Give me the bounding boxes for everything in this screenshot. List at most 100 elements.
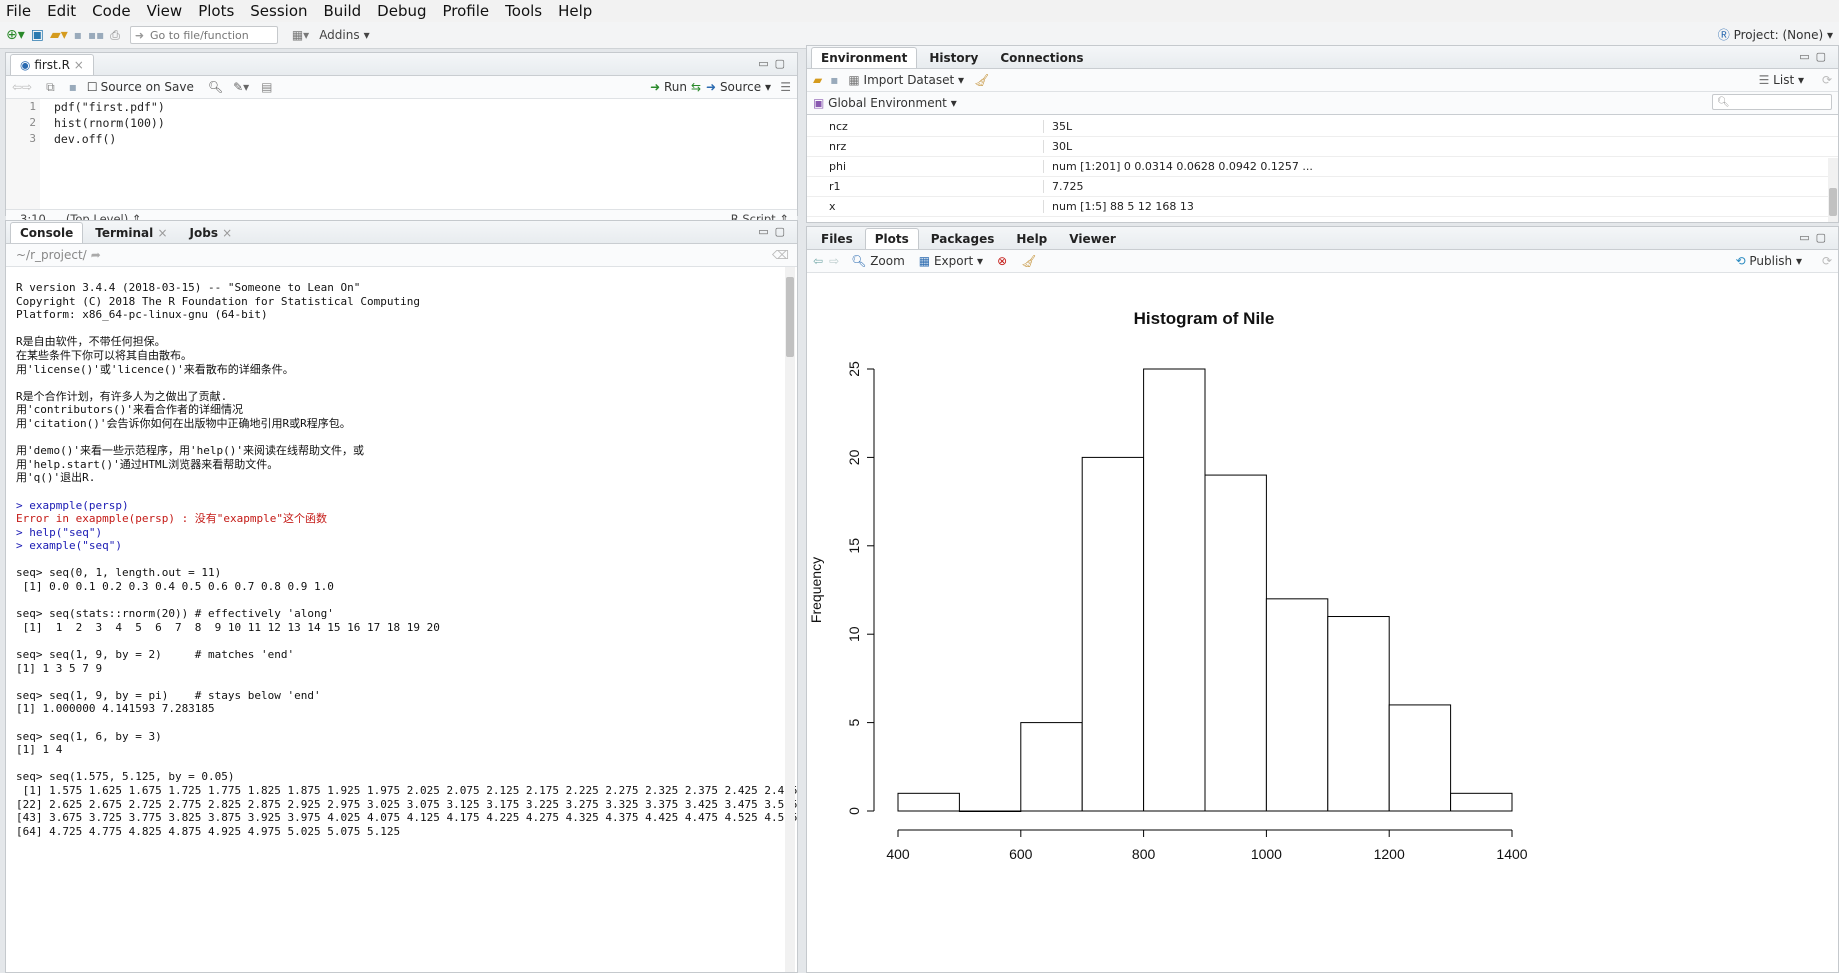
save-icon[interactable]: ▪ [74,28,82,42]
console-line: 在某些条件下你可以将其自由散布。 [16,348,192,362]
scope-dropdown[interactable]: ▣ Global Environment ▾ [813,96,957,110]
goto-file-input[interactable]: ➜ Go to file/function [129,26,278,44]
menu-help[interactable]: Help [550,0,600,22]
zoom-icon: 🔍︎ [851,254,867,268]
prev-plot-icon[interactable]: ⇦ [813,254,823,268]
load-workspace-icon[interactable]: ▰ [813,73,822,87]
tab-history[interactable]: History [919,47,988,68]
console-line: R是自由软件，不带任何担保。 [16,335,166,349]
console-scroll-thumb[interactable] [786,277,794,357]
menu-profile[interactable]: Profile [435,0,498,22]
menu-debug[interactable]: Debug [369,0,434,22]
tab-files[interactable]: Files [811,228,863,249]
tab-packages[interactable]: Packages [921,228,1005,249]
close-icon[interactable]: × [157,226,167,240]
save-all-icon[interactable]: ▪▪ [88,28,104,42]
refresh-icon[interactable]: ⟳ [1822,73,1832,87]
addins-button[interactable]: Addins ▾ [319,28,369,42]
jobs-label: Jobs [189,226,218,240]
working-directory[interactable]: ~/r_project/ [16,248,87,262]
menu-session[interactable]: Session [242,0,315,22]
window-controls[interactable]: ▭▢ [758,57,791,70]
tab-console[interactable]: Console [10,222,84,243]
search-icon: 🔍︎ [1717,97,1730,108]
tab-plots[interactable]: Plots [864,228,919,249]
save-workspace-icon[interactable]: ▪ [830,73,838,87]
import-dataset-button[interactable]: ▦ Import Dataset ▾ [848,73,964,87]
console-line: 用'license()'或'licence()'来看散布的详细条件。 [16,362,294,376]
env-row[interactable]: phi num [1:201] 0 0.0314 0.0628 0.0942 0.… [807,157,1838,177]
tab-terminal[interactable]: Terminal × [85,222,177,243]
code-line[interactable]: pdf("first.pdf") [54,99,165,115]
source-on-save-label: Source on Save [100,80,194,94]
export-button[interactable]: ▦ Export ▾ [919,254,983,268]
remove-plot-icon[interactable]: ⊗ [997,254,1007,268]
env-row[interactable]: ncz 35L [807,117,1838,137]
show-in-window-icon[interactable]: ⧉ [46,80,55,95]
tab-first-r[interactable]: ◉ first.R × [10,54,94,75]
back-arrow-icon[interactable]: ⇦⇨ [12,80,32,94]
code-line[interactable]: dev.off() [54,131,165,147]
window-controls[interactable]: ▭▢ [758,225,791,238]
histogram-bar [1204,474,1267,812]
tab-jobs[interactable]: Jobs × [180,222,243,243]
magic-wand-icon[interactable]: ✎▾ [233,80,249,94]
env-tabbar: Environment History Connections ▭▢ [807,46,1838,69]
code-lines[interactable]: pdf("first.pdf") hist(rnorm(100)) dev.off(… [54,99,165,147]
new-project-icon[interactable]: ▣ [31,27,44,43]
console-line: > help("seq") [16,525,103,539]
tab-environment[interactable]: Environment [811,47,918,68]
search-icon[interactable]: 🔍︎ [208,80,223,94]
tab-connections[interactable]: Connections [990,47,1093,68]
print-icon[interactable]: ⎙ [110,28,120,43]
source-button[interactable]: ➜ Source ▾ [706,80,771,94]
menu-plots[interactable]: Plots [190,0,242,22]
outline-icon[interactable]: ☰ [780,80,791,94]
env-row[interactable]: r1 7.725 [807,177,1838,197]
run-button[interactable]: ➜ Run [650,80,687,94]
clear-console-icon[interactable]: ⌫ [772,248,789,262]
compile-report-icon[interactable]: ▤ [261,80,272,94]
goto-dir-icon[interactable]: ➦ [91,248,101,262]
open-file-icon[interactable]: ▰▾ [50,27,68,43]
menu-code[interactable]: Code [84,0,138,22]
save-icon[interactable]: ▪ [69,80,77,94]
tab-help[interactable]: Help [1006,228,1057,249]
project-menu[interactable]: Ⓡ Project: (None) ▾ [1718,26,1833,43]
refresh-icon[interactable]: ⟳ [1822,254,1832,268]
rerun-icon[interactable]: ⇆ [691,80,701,94]
window-controls[interactable]: ▭▢ [1799,50,1832,63]
zoom-button[interactable]: 🔍︎ Zoom [851,254,905,268]
env-search-input[interactable]: 🔍︎ [1712,94,1832,110]
code-line[interactable]: hist(rnorm(100)) [54,115,165,131]
console-output[interactable]: R version 3.4.4 (2018-03-15) -- "Someone… [6,277,797,842]
source-on-save-checkbox[interactable]: ☐ [87,80,98,94]
window-controls[interactable]: ▭▢ [1799,231,1832,244]
menu-edit[interactable]: Edit [39,0,84,22]
new-file-icon[interactable]: ⊕▾ [6,27,25,43]
menu-view[interactable]: View [139,0,191,22]
publish-button[interactable]: ⟲ Publish ▾ [1735,254,1802,268]
plots-pane: Files Plots Packages Help Viewer ▭▢ ⇦ ⇨ … [806,226,1839,973]
code-editor[interactable]: 1 2 3 pdf("first.pdf") hist(rnorm(100)) dev.… [6,99,797,209]
close-icon[interactable]: × [74,58,84,72]
menu-tools[interactable]: Tools [497,0,550,22]
menu-file[interactable]: File [0,0,39,22]
publish-label: Publish [1749,254,1793,268]
grid-layout-icon[interactable]: ▦▾ [292,28,309,42]
env-row[interactable]: nrz 30L [807,137,1838,157]
list-view-button[interactable]: ☰ List ▾ [1759,73,1804,87]
close-icon[interactable]: × [222,226,232,240]
menu-build[interactable]: Build [316,0,370,22]
goto-placeholder: Go to file/function [150,28,249,42]
clear-plots-icon[interactable]: 🧹︎ [1021,254,1036,268]
broom-icon[interactable]: 🧹︎ [974,73,989,87]
next-plot-icon[interactable]: ⇨ [829,254,839,268]
histogram-bar [1450,792,1513,812]
env-scrollbar[interactable] [1828,158,1838,222]
tab-viewer[interactable]: Viewer [1059,228,1125,249]
env-scroll-thumb[interactable] [1829,188,1837,216]
console-scrollbar[interactable] [785,267,795,972]
env-row[interactable]: x num [1:5] 88 5 12 168 13 [807,197,1838,217]
